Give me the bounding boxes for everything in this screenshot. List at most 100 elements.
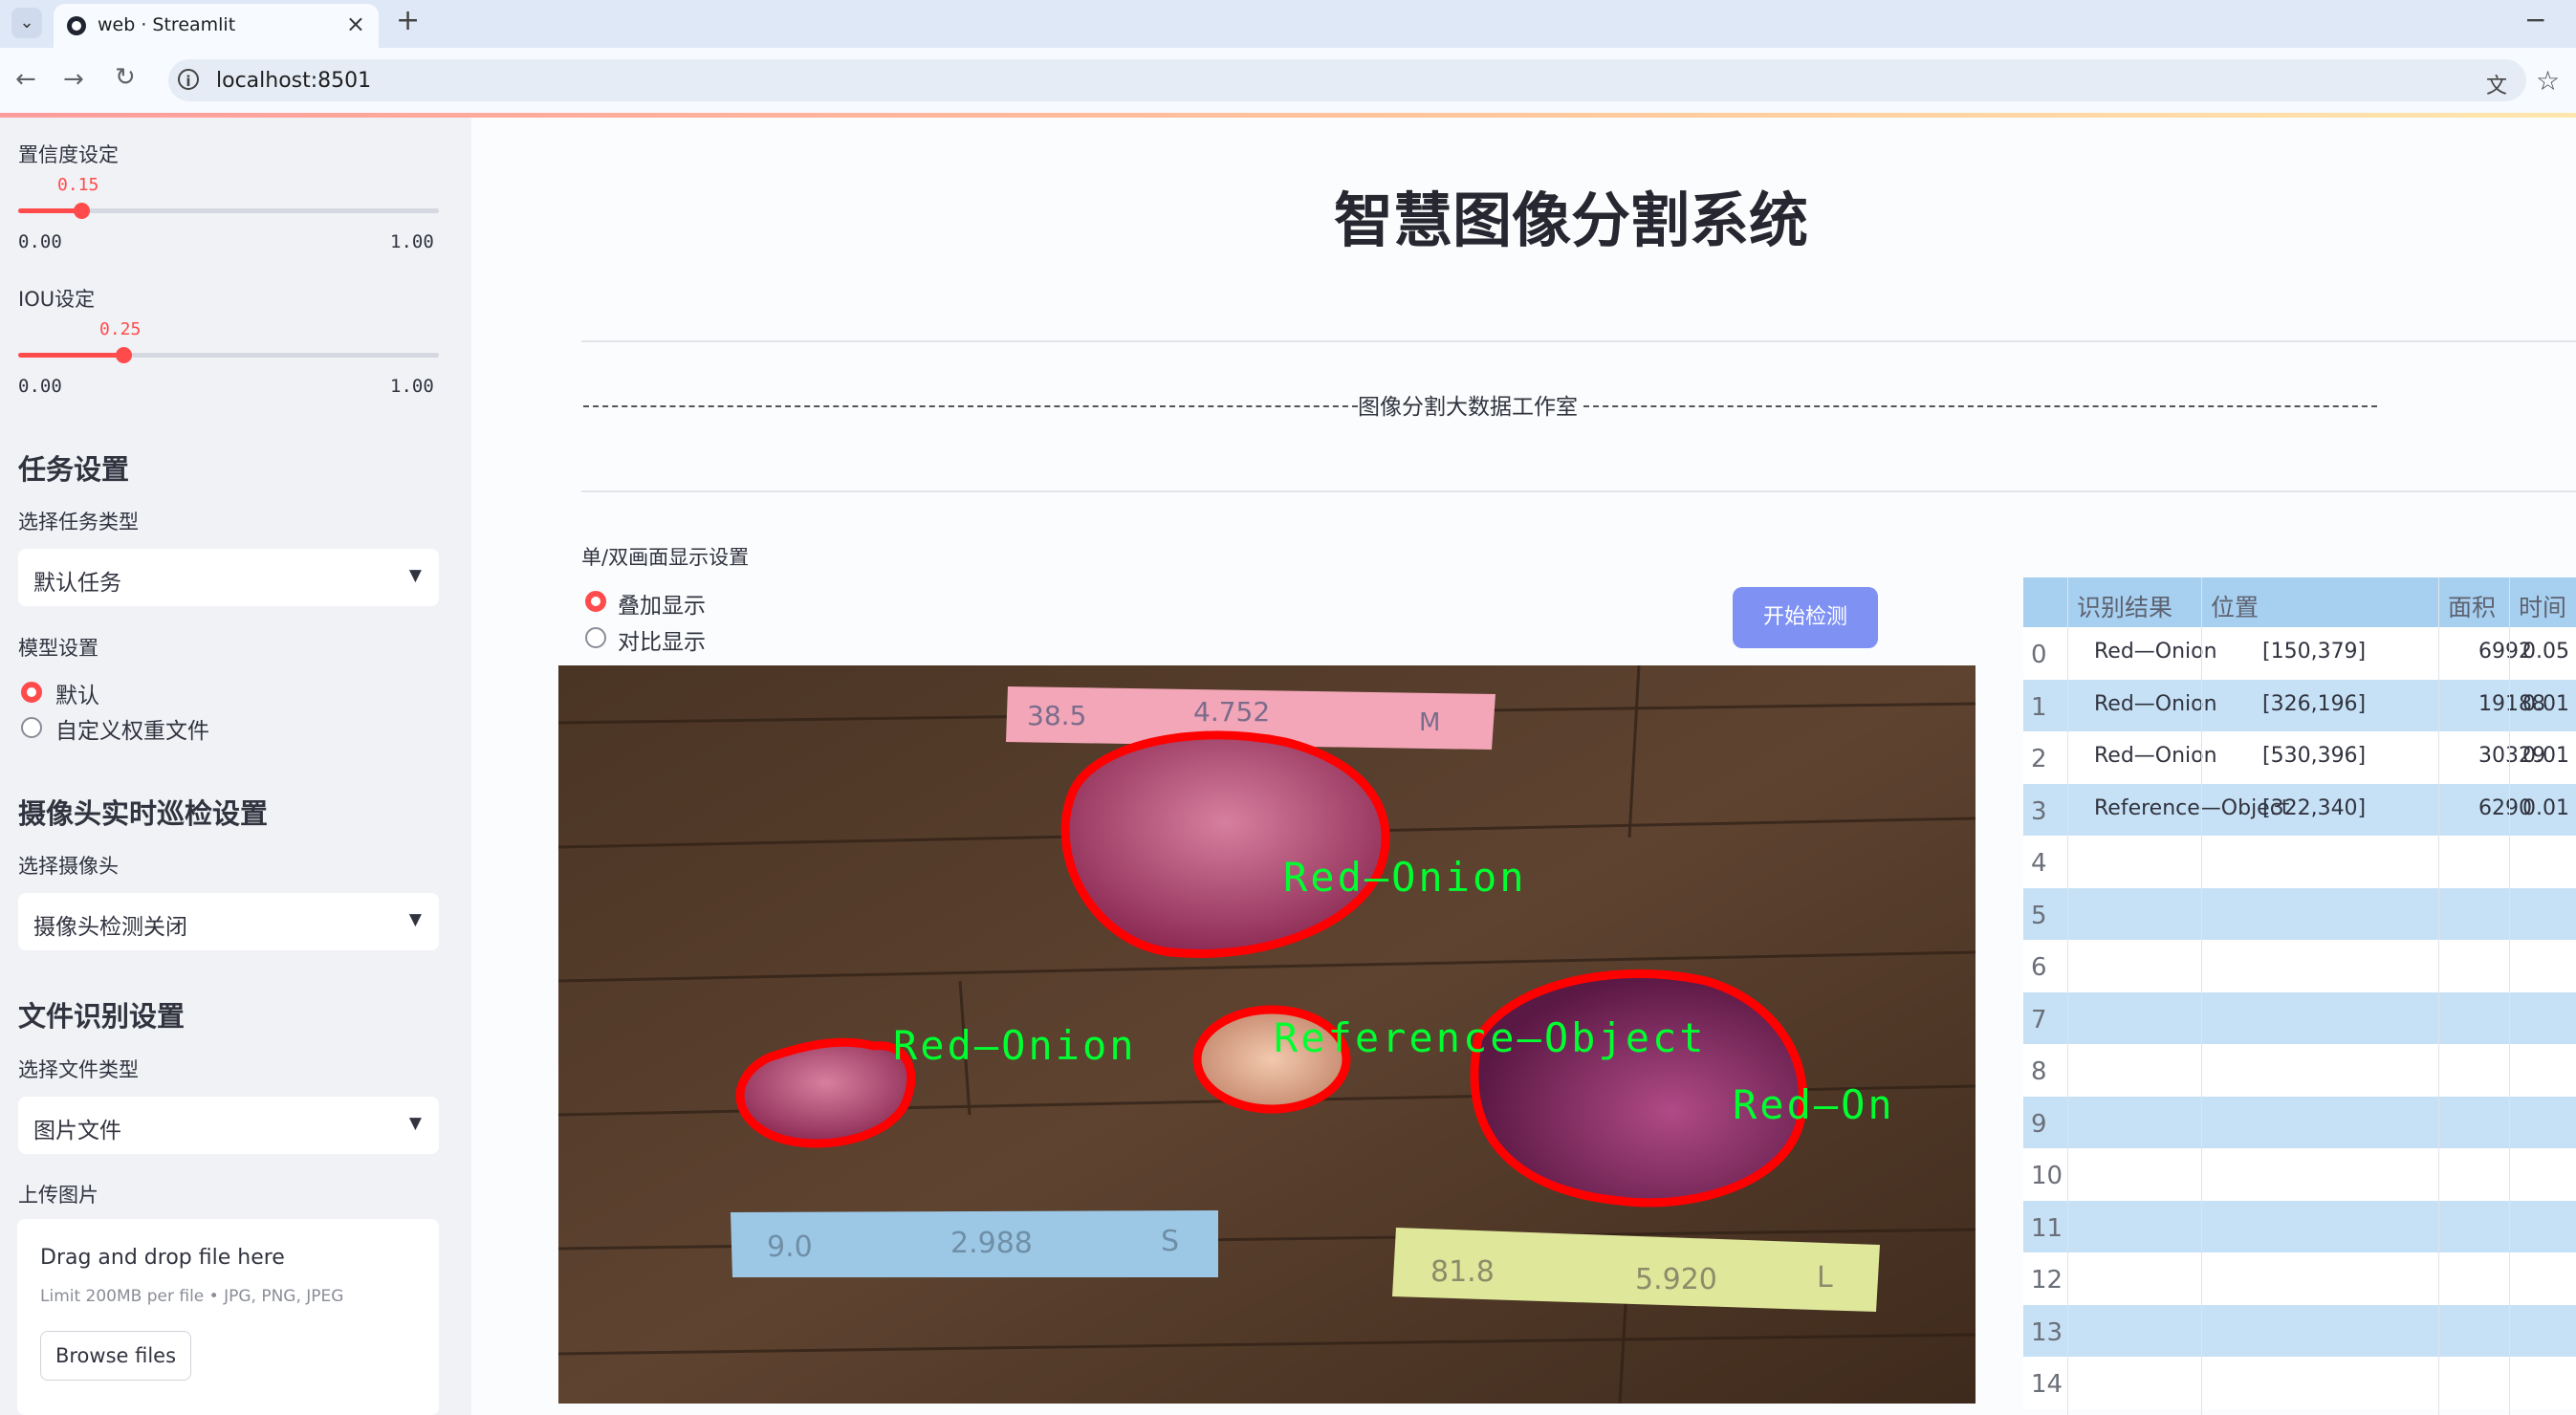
chevron-down-icon: ▼ <box>408 566 422 585</box>
row-index: 9 <box>2031 1109 2047 1139</box>
col-header-time[interactable]: 时间 <box>2519 589 2566 623</box>
forward-icon[interactable]: → <box>63 65 84 94</box>
page-subtitle: 图像分割大数据工作室 <box>1358 395 1578 420</box>
table-row[interactable]: 5 <box>2023 887 2576 940</box>
cell-position: [326,196] <box>2262 691 2367 716</box>
segmentation-result-image: 38.5 4.752 M 9.0 2.988 S 81.8 5.920 L Re… <box>558 665 1976 1404</box>
task-type-select[interactable]: 默认任务 ▼ <box>18 549 439 606</box>
col-header-area[interactable]: 面积 <box>2448 589 2496 623</box>
table-row[interactable]: 10 <box>2023 1148 2576 1201</box>
col-divider <box>2201 577 2202 1415</box>
file-settings-header: 文件识别设置 <box>18 1000 186 1033</box>
table-row[interactable]: 4 <box>2023 836 2576 888</box>
browser-tab-bar <box>0 0 2576 48</box>
back-icon[interactable]: ← <box>15 65 36 94</box>
table-row[interactable]: 7 <box>2023 991 2576 1044</box>
subtitle-dash-right <box>1583 405 2377 407</box>
model-custom-radio[interactable] <box>21 717 42 738</box>
task-type-label: 选择任务类型 <box>18 511 139 533</box>
reload-icon[interactable]: ↻ <box>115 63 136 92</box>
tab-list-chevron-icon[interactable]: ⌄ <box>11 8 42 38</box>
results-table[interactable]: 0 Red—Onion [150,379] 6992 0.05 1 Red—Onion [32… <box>2023 577 2576 1415</box>
paper-text: 5.920 <box>1635 1263 1717 1296</box>
iou-value: 0.25 <box>99 319 142 339</box>
col-header-position[interactable]: 位置 <box>2211 589 2259 623</box>
table-row[interactable]: 0 Red—Onion [150,379] 6992 0.05 <box>2023 627 2576 680</box>
browse-files-button[interactable]: Browse files <box>40 1331 191 1381</box>
url-text[interactable]: localhost:8501 <box>216 69 371 93</box>
cell-result: Reference—Object <box>2094 795 2290 820</box>
row-index: 1 <box>2031 692 2047 722</box>
model-custom-label[interactable]: 自定义权重文件 <box>55 712 209 745</box>
overlay-display-radio[interactable] <box>585 591 606 612</box>
table-row[interactable]: 14 <box>2023 1357 2576 1409</box>
camera-select-label: 选择摄像头 <box>18 855 119 878</box>
confidence-label: 置信度设定 <box>18 143 119 166</box>
camera-select-value: 摄像头检测关闭 <box>33 915 187 940</box>
camera-settings-header: 摄像头实时巡检设置 <box>18 797 269 830</box>
col-divider <box>2067 577 2068 1415</box>
minimize-window-icon[interactable]: − <box>2524 4 2546 35</box>
table-row[interactable]: 3 Reference—Object [322,340] 6290 0.01 <box>2023 783 2576 836</box>
close-tab-icon[interactable]: × <box>346 11 365 37</box>
address-bar[interactable] <box>168 59 2526 101</box>
table-row[interactable]: 1 Red—Onion [326,196] 19188 0.01 <box>2023 679 2576 731</box>
file-type-label: 选择文件类型 <box>18 1058 139 1081</box>
chevron-down-icon: ▼ <box>408 1114 422 1133</box>
site-info-icon[interactable]: i <box>178 69 199 90</box>
iou-slider-handle[interactable] <box>116 347 132 363</box>
onion-mask-2 <box>735 1037 916 1148</box>
camera-select[interactable]: 摄像头检测关闭 ▼ <box>18 893 439 950</box>
new-tab-icon[interactable]: + <box>396 4 420 37</box>
start-detection-button[interactable]: 开始检测 <box>1733 587 1878 648</box>
table-row[interactable]: 2 Red—Onion [530,396] 30329 0.01 <box>2023 731 2576 784</box>
divider <box>581 490 2576 492</box>
model-default-radio[interactable] <box>21 682 42 703</box>
row-index: 3 <box>2031 796 2047 826</box>
row-index: 12 <box>2031 1266 2063 1295</box>
file-type-value: 图片文件 <box>33 1119 121 1143</box>
paper-text: 9.0 <box>767 1230 813 1264</box>
confidence-min: 0.00 <box>18 231 62 252</box>
translate-icon[interactable]: 文 <box>2486 69 2507 99</box>
compare-display-label[interactable]: 对比显示 <box>618 623 706 656</box>
cell-result: Red—Onion <box>2094 640 2217 664</box>
bookmark-star-icon[interactable]: ☆ <box>2536 65 2560 97</box>
mask-label: Red—Onion <box>893 1022 1137 1069</box>
browser-tab[interactable]: web · Streamlit × <box>54 4 379 48</box>
tab-title: web · Streamlit <box>98 14 236 35</box>
paper-text: S <box>1161 1225 1179 1258</box>
model-default-label[interactable]: 默认 <box>55 677 99 709</box>
col-divider <box>2509 577 2510 1415</box>
table-header: 识别结果 位置 面积 时间 <box>2023 577 2576 627</box>
table-row[interactable]: 8 <box>2023 1044 2576 1097</box>
mask-label: Reference—Object <box>1274 1014 1707 1061</box>
overlay-display-label[interactable]: 叠加显示 <box>618 587 706 620</box>
table-row[interactable]: 6 <box>2023 940 2576 992</box>
display-mode-label: 单/双画面显示设置 <box>581 546 750 569</box>
col-divider <box>2438 577 2439 1415</box>
confidence-slider-handle[interactable] <box>74 203 90 219</box>
cell-result: Red—Onion <box>2094 744 2217 768</box>
compare-display-radio[interactable] <box>585 627 606 648</box>
cell-position: [530,396] <box>2262 744 2367 768</box>
cell-position: [150,379] <box>2262 640 2367 664</box>
chevron-down-icon: ▼ <box>408 910 422 929</box>
row-index: 13 <box>2031 1317 2063 1347</box>
mask-label: Red—On <box>1733 1081 1895 1128</box>
table-row[interactable]: 9 <box>2023 1096 2576 1148</box>
paper-text: 2.988 <box>950 1227 1033 1260</box>
paper-text: 38.5 <box>1027 700 1086 731</box>
table-row[interactable]: 11 <box>2023 1200 2576 1252</box>
file-type-select[interactable]: 图片文件 ▼ <box>18 1097 439 1154</box>
iou-max: 1.00 <box>390 376 434 397</box>
col-header-result[interactable]: 识别结果 <box>2077 589 2172 623</box>
model-settings-label: 模型设置 <box>18 637 98 660</box>
row-index: 7 <box>2031 1005 2047 1034</box>
mask-label: Red—Onion <box>1283 854 1527 901</box>
iou-slider-fill <box>18 353 123 358</box>
table-row[interactable]: 12 <box>2023 1252 2576 1305</box>
row-index: 6 <box>2031 953 2047 982</box>
row-index: 2 <box>2031 745 2047 773</box>
table-row[interactable]: 13 <box>2023 1304 2576 1357</box>
